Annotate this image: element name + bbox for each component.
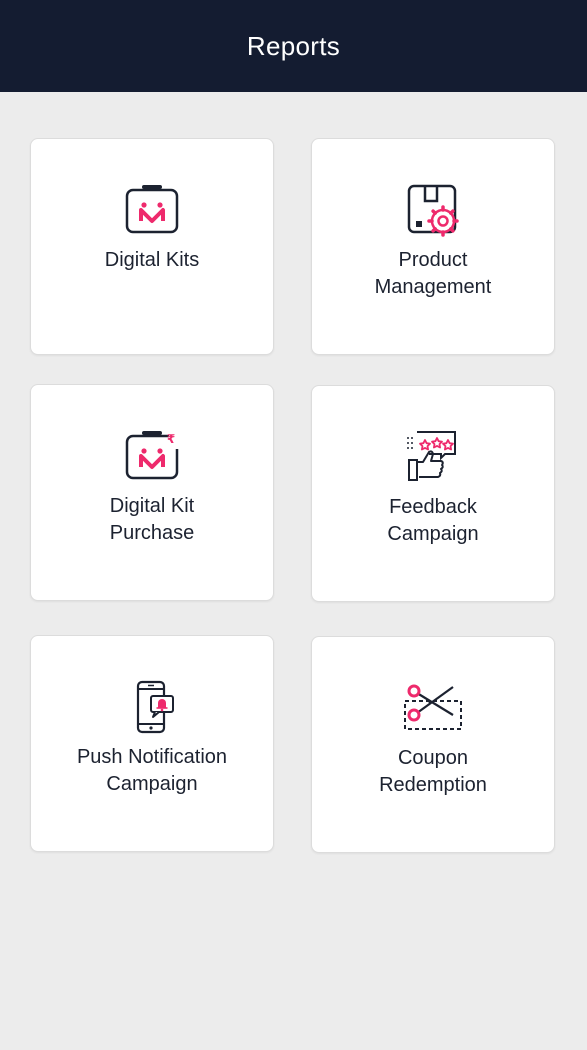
digital-kit-purchase-icon: ₹ <box>122 427 182 487</box>
feedback-campaign-icon <box>403 428 463 488</box>
digital-kit-icon <box>122 181 182 241</box>
product-management-icon <box>403 181 463 241</box>
report-card-coupon-redemption[interactable]: Coupon Redemption <box>311 636 555 853</box>
report-card-product-management[interactable]: Product Management <box>311 138 555 355</box>
coupon-scissors-icon <box>403 679 463 739</box>
report-card-digital-kit-purchase[interactable]: ₹ Digital Kit Purchase <box>30 384 274 601</box>
push-notification-icon <box>122 678 182 738</box>
card-label: Feedback Campaign <box>387 496 479 545</box>
report-card-feedback-campaign[interactable]: Feedback Campaign <box>311 385 555 602</box>
card-label: Coupon Redemption <box>379 747 487 796</box>
card-label: Digital Kit Purchase <box>109 495 195 544</box>
app-header: Reports <box>0 0 587 92</box>
card-label: Digital Kits <box>104 249 200 271</box>
card-label: Product Management <box>374 249 492 298</box>
report-card-push-notification-campaign[interactable]: Push Notification Campaign <box>30 635 274 852</box>
report-card-digital-kits[interactable]: Digital Kits <box>30 138 274 355</box>
card-label: Push Notification Campaign <box>76 746 228 795</box>
svg-text:₹: ₹ <box>167 432 175 446</box>
page-title: Reports <box>246 30 341 61</box>
